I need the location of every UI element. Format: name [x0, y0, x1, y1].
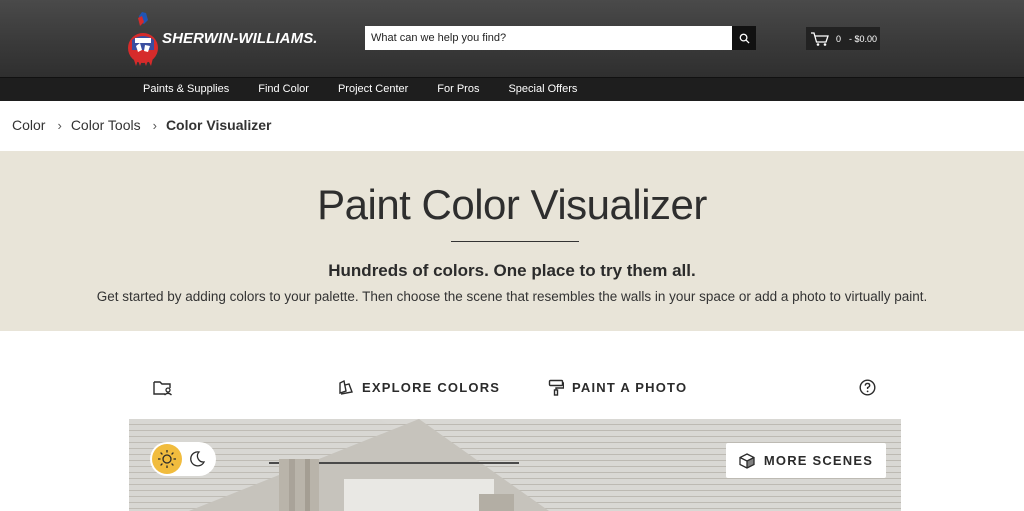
breadcrumb: Color › Color Tools › Color Visualizer — [12, 117, 272, 133]
brand-name: SHERWIN-WILLIAMS. — [162, 29, 318, 47]
color-swatch-icon — [339, 379, 353, 395]
nav-item-for-pros[interactable]: For Pros — [437, 83, 479, 95]
cart-button[interactable]: 0 - $0.00 — [806, 27, 880, 50]
title-divider — [451, 241, 579, 242]
search-icon — [739, 33, 750, 44]
nav-item-find-color[interactable]: Find Color — [258, 83, 309, 95]
day-night-toggle[interactable] — [150, 442, 216, 476]
paint-a-photo-button[interactable]: PAINT A PHOTO — [548, 379, 687, 396]
hero-banner: Paint Color Visualizer Hundreds of color… — [0, 151, 1024, 331]
more-scenes-button[interactable]: MORE SCENES — [726, 443, 886, 478]
folder-user-icon — [153, 381, 172, 396]
sun-icon[interactable] — [152, 444, 182, 474]
chevron-right-icon: › — [57, 117, 62, 133]
scene-preview[interactable]: MORE SCENES — [129, 419, 901, 511]
moon-icon[interactable] — [182, 444, 212, 474]
hero-description: Get started by adding colors to your pal… — [96, 289, 928, 304]
breadcrumb-color-tools[interactable]: Color Tools — [71, 117, 141, 133]
search-input[interactable] — [365, 26, 732, 50]
cart-count: 0 — [836, 33, 842, 44]
nav-item-project-center[interactable]: Project Center — [338, 83, 408, 95]
brand-logo[interactable]: SHERWIN-WILLIAMS. — [126, 10, 318, 68]
help-icon — [859, 379, 876, 396]
shopping-cart-icon — [811, 31, 829, 46]
paint-a-photo-label: PAINT A PHOTO — [572, 380, 688, 395]
cart-total: - $0.00 — [849, 33, 878, 44]
site-header: SHERWIN-WILLIAMS. 0 - $0.00 — [0, 0, 1024, 77]
page-title: Paint Color Visualizer — [317, 181, 707, 228]
explore-colors-button[interactable]: EXPLORE COLORS — [338, 379, 500, 395]
nav-item-special-offers[interactable]: Special Offers — [508, 83, 577, 95]
nav-item-paints-supplies[interactable]: Paints & Supplies — [143, 83, 229, 95]
breadcrumb-color[interactable]: Color — [12, 117, 45, 133]
breadcrumb-current: Color Visualizer — [165, 117, 272, 133]
more-scenes-label: MORE SCENES — [763, 453, 874, 468]
search-button[interactable] — [732, 26, 756, 50]
cube-icon — [739, 452, 755, 469]
visualizer-toolbar: EXPLORE COLORS PAINT A PHOTO — [0, 370, 1024, 404]
explore-colors-label: EXPLORE COLORS — [362, 379, 501, 395]
paint-roller-icon — [548, 379, 564, 396]
hero-subtitle: Hundreds of colors. One place to try the… — [328, 261, 696, 280]
help-button[interactable] — [859, 379, 876, 401]
cover-the-earth-icon — [126, 10, 160, 68]
main-nav: Paints & Supplies Find Color Project Cen… — [0, 77, 1024, 101]
saved-projects-button[interactable] — [153, 379, 173, 401]
chevron-right-icon: › — [152, 117, 157, 133]
search-bar — [365, 26, 756, 50]
